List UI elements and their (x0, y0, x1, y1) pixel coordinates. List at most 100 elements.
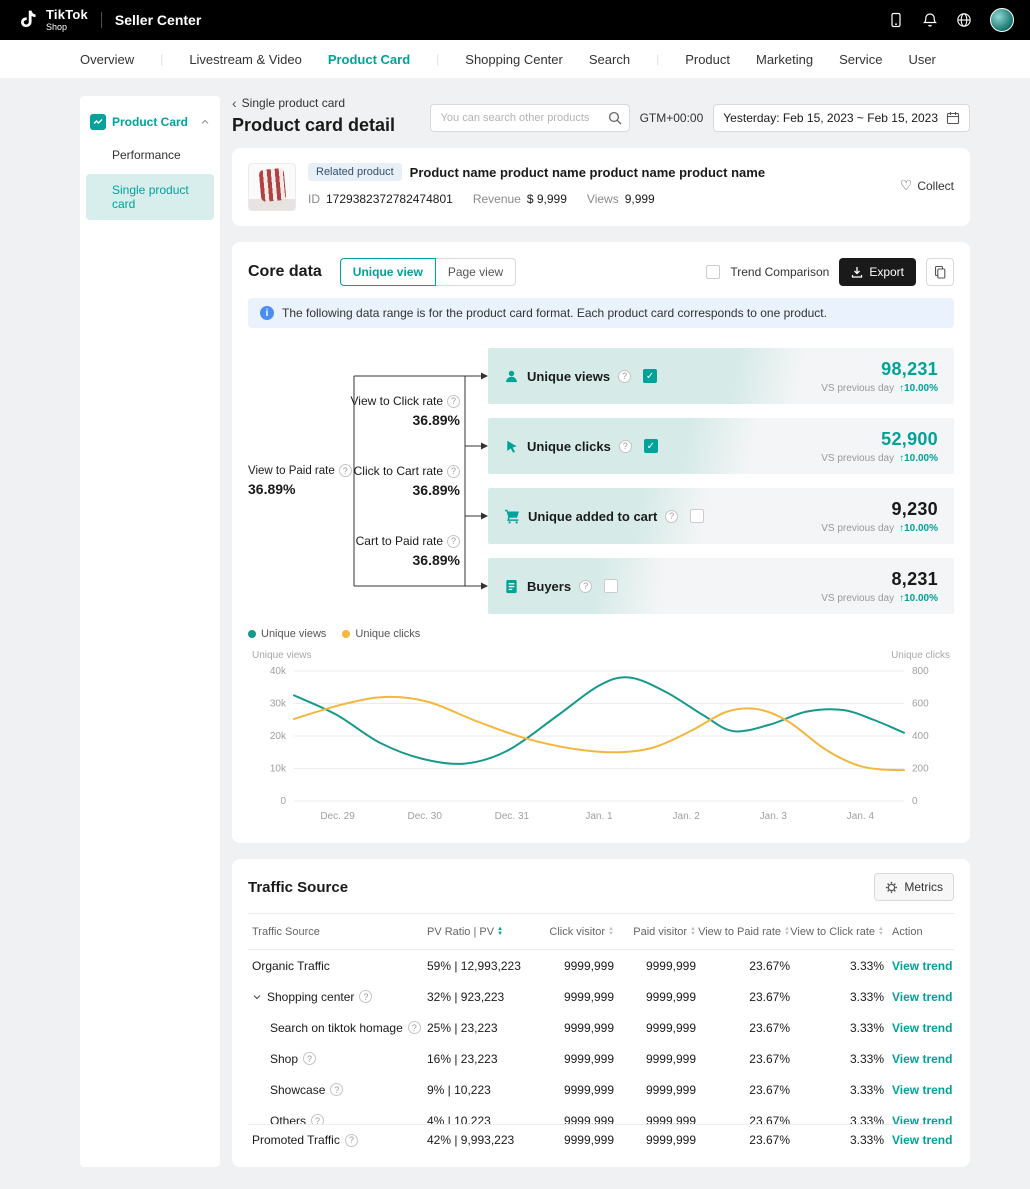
table-header-view-to-click-rate[interactable]: View to Click rate▲▼ (794, 926, 888, 938)
core-data-title: Core data (248, 263, 322, 281)
metric-cell: 59% | 12,993,223 (423, 959, 538, 973)
table-row: Search on tiktok homage?25% | 23,2239999… (248, 1012, 954, 1043)
info-icon[interactable]: ? (665, 510, 678, 523)
sort-icon[interactable]: ▲▼ (784, 927, 790, 937)
view-trend-link[interactable]: View trend (892, 1114, 952, 1125)
sidebar-item-product-card[interactable]: Product Card (80, 106, 220, 138)
metric-cell: 23.67% (700, 1052, 794, 1066)
sort-icon[interactable]: ▲▼ (608, 927, 614, 937)
info-icon[interactable]: ? (303, 1052, 316, 1065)
tab-unique-view[interactable]: Unique view (340, 258, 436, 286)
bell-icon[interactable] (922, 12, 938, 28)
view-trend-link[interactable]: View trend (892, 1133, 952, 1147)
product-thumbnail[interactable] (248, 163, 296, 211)
metric-cell: 9999,999 (618, 959, 700, 973)
view-trend-link[interactable]: View trend (892, 959, 952, 973)
table-header-view-to-paid-rate[interactable]: View to Paid rate▲▼ (700, 926, 794, 938)
funnel-stage-checkbox[interactable] (690, 509, 704, 523)
tiktok-logo-icon[interactable] (18, 9, 37, 31)
clipboard-button[interactable] (926, 258, 954, 286)
view-trend-link[interactable]: View trend (892, 1021, 952, 1035)
change-percentage: ↑10.00% (899, 523, 938, 534)
info-icon[interactable]: ? (447, 395, 460, 408)
info-icon[interactable]: ? (359, 990, 372, 1003)
sort-icon[interactable]: ▲▼ (497, 927, 503, 937)
info-icon[interactable]: ? (330, 1083, 343, 1096)
info-icon[interactable]: ? (311, 1114, 324, 1124)
tab-page-view[interactable]: Page view (436, 258, 516, 286)
sort-icon[interactable]: ▲▼ (690, 927, 696, 937)
funnel-stage-checkbox[interactable] (604, 579, 618, 593)
nav-item-overview[interactable]: Overview (80, 52, 134, 67)
funnel-rate-value: 36.89% (248, 552, 460, 568)
avatar[interactable] (990, 8, 1014, 32)
sort-icon[interactable]: ▲▼ (878, 927, 884, 937)
mobile-icon[interactable] (888, 12, 904, 28)
funnel-stage-checkbox[interactable]: ✓ (643, 369, 657, 383)
tiktok-shop-wordmark[interactable]: TikTok Shop (46, 8, 88, 32)
metric-cell: 9999,999 (618, 1083, 700, 1097)
vs-previous-day-label: VS previous day (821, 523, 894, 534)
chevron-down-icon[interactable] (252, 992, 262, 1002)
action-cell: View trend (888, 990, 954, 1004)
logo-line1: TikTok (46, 8, 88, 21)
funnel-rate-label: Click to Cart rate (354, 464, 443, 478)
info-banner: i The following data range is for the pr… (248, 298, 954, 328)
svg-text:Dec. 31: Dec. 31 (495, 811, 530, 822)
info-icon: i (260, 306, 274, 320)
vs-previous-day-label: VS previous day (821, 383, 894, 394)
nav-item-marketing[interactable]: Marketing (756, 52, 813, 67)
table-body[interactable]: Organic Traffic59% | 12,993,2239999,9999… (248, 950, 954, 1124)
nav-item-product-card[interactable]: Product Card (328, 52, 410, 67)
traffic-source-cell: Promoted Traffic? (248, 1133, 423, 1147)
view-trend-link[interactable]: View trend (892, 1083, 952, 1097)
product-views-label: Views (587, 192, 619, 206)
nav-item-user[interactable]: User (908, 52, 935, 67)
sidebar-item-performance[interactable]: Performance (80, 138, 220, 172)
gear-icon (885, 881, 898, 894)
globe-icon[interactable] (956, 12, 972, 28)
cursor-icon (504, 439, 519, 454)
nav-item-livestream-video[interactable]: Livestream & Video (189, 52, 302, 67)
nav-item-search[interactable]: Search (589, 52, 630, 67)
search-icon[interactable] (608, 111, 622, 125)
trend-comparison-checkbox[interactable] (706, 265, 720, 279)
nav-item-service[interactable]: Service (839, 52, 882, 67)
view-trend-link[interactable]: View trend (892, 990, 952, 1004)
date-range-picker[interactable]: Yesterday: Feb 15, 2023 ~ Feb 15, 2023 (713, 104, 970, 132)
table-header-paid-visitor[interactable]: Paid visitor▲▼ (618, 926, 700, 938)
metric-cell: 9999,999 (538, 1114, 618, 1125)
nav-item-product[interactable]: Product (685, 52, 730, 67)
trend-chart: 0010k20020k40030k60040k800Dec. 29Dec. 30… (248, 663, 954, 827)
collect-button[interactable]: ♡ Collect (900, 177, 954, 194)
core-data-card: Core data Unique view Page view Trend Co… (232, 242, 970, 843)
nav-divider: | (656, 52, 659, 66)
metric-cell: 9999,999 (538, 1133, 618, 1147)
info-icon[interactable]: ? (447, 465, 460, 478)
info-icon[interactable]: ? (618, 370, 631, 383)
metric-cell: 23.67% (700, 1083, 794, 1097)
content-area: Product Card Performance Single product … (0, 78, 1030, 1189)
breadcrumb[interactable]: ‹ Single product card (232, 96, 395, 110)
svg-text:0: 0 (912, 796, 918, 807)
info-icon[interactable]: ? (579, 580, 592, 593)
search-input[interactable] (430, 104, 630, 132)
table-header-pv-ratio-pv[interactable]: PV Ratio | PV▲▼ (423, 926, 538, 938)
sidebar-item-single-product-card[interactable]: Single product card (86, 174, 214, 220)
collect-label: Collect (917, 179, 954, 193)
table-header-click-visitor[interactable]: Click visitor▲▼ (538, 926, 618, 938)
traffic-source-cell: Others? (248, 1114, 423, 1125)
metric-cell: 9999,999 (538, 990, 618, 1004)
info-icon[interactable]: ? (345, 1134, 358, 1147)
export-button[interactable]: Export (839, 258, 916, 286)
info-icon[interactable]: ? (619, 440, 632, 453)
traffic-source-card: Traffic Source Metrics Traffic SourcePV … (232, 859, 970, 1167)
funnel-stage-checkbox[interactable]: ✓ (644, 439, 658, 453)
view-trend-link[interactable]: View trend (892, 1052, 952, 1066)
nav-item-shopping-center[interactable]: Shopping Center (465, 52, 563, 67)
metrics-button[interactable]: Metrics (874, 873, 954, 901)
info-icon[interactable]: ? (447, 535, 460, 548)
traffic-source-title: Traffic Source (248, 879, 348, 896)
table-row: Others?4% | 10,2239999,9999999,99923.67%… (248, 1105, 954, 1124)
info-icon[interactable]: ? (408, 1021, 421, 1034)
